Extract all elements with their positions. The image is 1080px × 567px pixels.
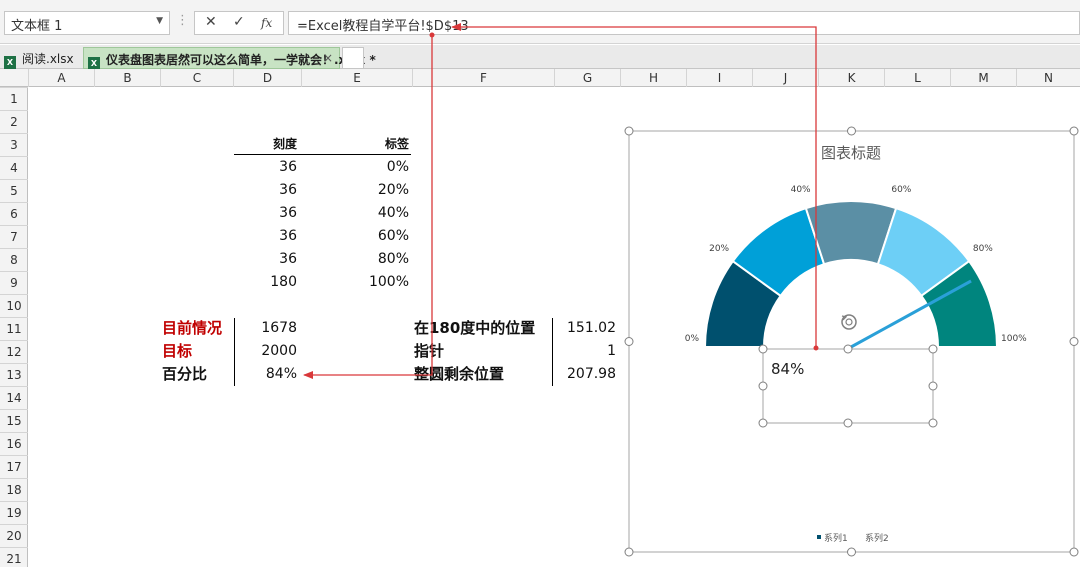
gauge-tick-label: 20% [709, 244, 729, 254]
gauge-tick-label: 80% [973, 244, 993, 254]
textbox-value[interactable]: 84% [771, 360, 804, 378]
resize-handle[interactable] [928, 381, 938, 391]
resize-handle[interactable] [1069, 547, 1079, 557]
resize-handle[interactable] [843, 344, 853, 354]
legend-entry: 系列1 [824, 532, 848, 544]
annotation-arrow-cell [303, 35, 433, 379]
excel-window: 文本框 1 ▼ ⋮ ✕ ✓ fx =Excel教程自学平台!$D$13 X 阅读.… [0, 0, 1080, 567]
resize-handle[interactable] [1069, 337, 1079, 346]
resize-handle[interactable] [1069, 126, 1079, 136]
gauge-tick-label: 60% [891, 185, 911, 195]
legend-swatch [817, 535, 821, 539]
resize-handle[interactable] [624, 126, 634, 136]
annotation-dot [429, 32, 435, 38]
gauge-tick-label: 40% [791, 185, 811, 195]
resize-handle[interactable] [843, 418, 853, 428]
gauge-tick-label: 100% [1001, 334, 1027, 344]
resize-handle[interactable] [758, 418, 768, 428]
resize-handle[interactable] [624, 337, 634, 346]
gauge-tick-label: 0% [685, 334, 700, 344]
resize-handle[interactable] [758, 381, 768, 391]
resize-handle[interactable] [624, 547, 634, 557]
resize-handle[interactable] [928, 344, 938, 354]
resize-handle[interactable] [928, 418, 938, 428]
resize-handle[interactable] [847, 126, 856, 136]
gauge-chart[interactable]: 图表标题 0% 20% 40% 60% 80% 100% 84% 系列1 系列2 [0, 0, 1080, 567]
chart-title[interactable]: 图表标题 [821, 144, 881, 162]
resize-handle[interactable] [758, 344, 768, 354]
legend-entry: 系列2 [865, 532, 889, 544]
resize-handle[interactable] [847, 547, 856, 557]
annotation-dot [813, 345, 819, 351]
